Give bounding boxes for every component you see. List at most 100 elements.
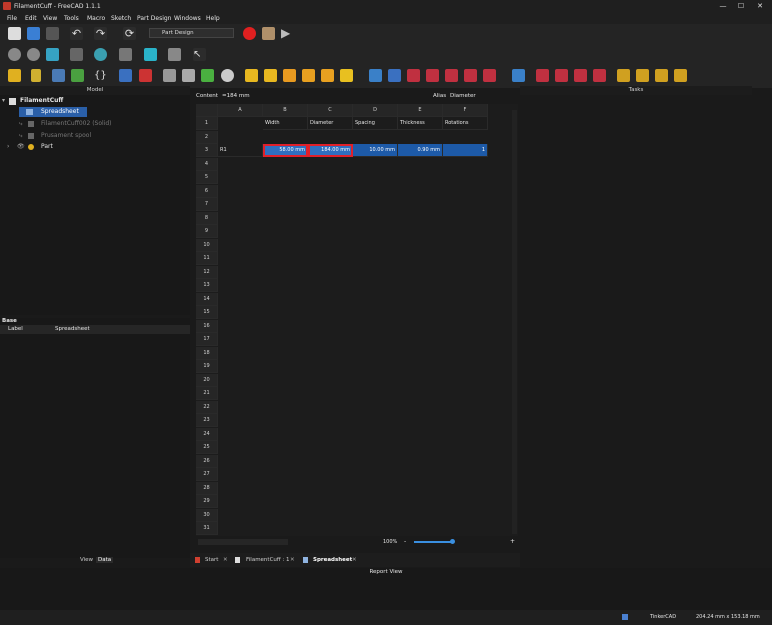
subtractive-helix-icon[interactable] [464, 69, 477, 82]
row-header[interactable]: 4 [196, 157, 218, 171]
run-macro-icon[interactable]: ▶ [281, 27, 294, 40]
pipe-icon[interactable] [302, 69, 315, 82]
tab-filamentcuff[interactable]: FilamentCuff : 1 [246, 555, 290, 565]
maximize-button[interactable]: ☐ [732, 0, 750, 13]
cell-b3[interactable]: 58.00 mm [263, 144, 308, 157]
linear-pattern-icon[interactable] [636, 69, 649, 82]
create-sketch-icon[interactable] [31, 69, 41, 82]
zoom-in-button[interactable]: + [510, 538, 515, 545]
close-tab-icon[interactable]: ✕ [290, 555, 295, 565]
mirrored-icon[interactable] [617, 69, 630, 82]
row-header[interactable]: 25 [196, 441, 218, 454]
row-header[interactable]: 18 [196, 346, 218, 360]
zoom-selection-icon[interactable] [27, 48, 40, 61]
link-icon[interactable] [71, 69, 84, 82]
cell-d1[interactable]: Spacing [353, 117, 398, 130]
tab-start[interactable]: Start [205, 555, 218, 565]
cell-b1[interactable]: Width [263, 117, 308, 130]
datum-icon[interactable] [221, 69, 234, 82]
row-header[interactable]: 10 [196, 238, 218, 252]
loft-icon[interactable] [283, 69, 296, 82]
multi-transform-icon[interactable] [674, 69, 687, 82]
chamfer-icon[interactable] [555, 69, 568, 82]
row-header[interactable]: 19 [196, 360, 218, 373]
subtractive-primitive-icon[interactable] [483, 69, 496, 82]
row-header[interactable]: 2 [196, 130, 218, 144]
draw-style-icon[interactable] [94, 48, 107, 61]
view-cube-icon[interactable] [46, 48, 59, 61]
cell-d3[interactable]: 10.00 mm [353, 144, 398, 157]
menu-view[interactable]: View [43, 15, 57, 22]
row-header[interactable]: 27 [196, 468, 218, 481]
menu-part-design[interactable]: Part Design [137, 15, 171, 22]
row-header[interactable]: 11 [196, 252, 218, 265]
row-header[interactable]: 5 [196, 171, 218, 184]
navigation-style[interactable]: TinkerCAD [650, 614, 676, 620]
row-header[interactable]: 28 [196, 481, 218, 495]
whats-this-icon[interactable]: ↖ [193, 48, 206, 61]
row-header[interactable]: 14 [196, 292, 218, 306]
sub-shape-binder-icon[interactable] [201, 69, 214, 82]
tab-view[interactable]: View [80, 557, 93, 563]
draft-icon[interactable] [574, 69, 587, 82]
expand-icon[interactable]: › [7, 142, 9, 152]
row-header[interactable]: 21 [196, 387, 218, 400]
menu-sketch[interactable]: Sketch [111, 15, 131, 22]
row-header[interactable]: 15 [196, 306, 218, 319]
row-header[interactable]: 22 [196, 400, 218, 414]
horizontal-scrollbar[interactable] [198, 539, 288, 545]
row-header[interactable]: 16 [196, 319, 218, 333]
pocket-icon[interactable] [369, 69, 382, 82]
new-file-icon[interactable] [8, 27, 21, 40]
row-header[interactable]: 7 [196, 198, 218, 211]
cell-f1[interactable]: Rotations [443, 117, 488, 130]
row-header[interactable]: 6 [196, 184, 218, 198]
menu-windows[interactable]: Windows [174, 15, 201, 22]
revolution-icon[interactable] [264, 69, 277, 82]
row-header[interactable]: 3 [196, 144, 218, 157]
row-header[interactable]: 30 [196, 508, 218, 522]
close-tab-icon[interactable]: ✕ [223, 555, 228, 565]
close-tab-icon[interactable]: ✕ [352, 555, 357, 565]
row-header[interactable]: 9 [196, 225, 218, 238]
polar-pattern-icon[interactable] [655, 69, 668, 82]
thickness-icon[interactable] [593, 69, 606, 82]
col-header-e[interactable]: E [398, 104, 443, 117]
menu-edit[interactable]: Edit [25, 15, 37, 22]
pad-icon[interactable] [245, 69, 258, 82]
groove-icon[interactable] [407, 69, 420, 82]
tool-icon[interactable] [168, 48, 181, 61]
part-icon[interactable] [8, 69, 21, 82]
corner-cell[interactable] [196, 104, 218, 117]
measure-icon[interactable] [144, 48, 157, 61]
row-header[interactable]: 29 [196, 495, 218, 508]
subtractive-loft-icon[interactable] [426, 69, 439, 82]
variable-set-icon[interactable]: {} [94, 69, 107, 82]
menu-help[interactable]: Help [206, 15, 220, 22]
col-header-c[interactable]: C [308, 104, 353, 117]
undo-icon[interactable]: ↶ [70, 27, 83, 40]
hole-icon[interactable] [388, 69, 401, 82]
vertical-scrollbar[interactable] [512, 110, 517, 534]
row-header[interactable]: 13 [196, 279, 218, 292]
cell-f3[interactable]: 1 [443, 144, 488, 157]
open-file-icon[interactable] [27, 27, 40, 40]
tab-data[interactable]: Data [96, 557, 114, 563]
alias-input[interactable]: Diameter [450, 93, 476, 99]
row-header[interactable]: 8 [196, 211, 218, 225]
bounding-box-icon[interactable] [70, 48, 83, 61]
std-views-icon[interactable] [119, 48, 132, 61]
row-header[interactable]: 12 [196, 265, 218, 279]
record-macro-icon[interactable] [243, 27, 256, 40]
body-icon[interactable] [119, 69, 132, 82]
cell-e3[interactable]: 0.90 mm [398, 144, 443, 157]
col-header-d[interactable]: D [353, 104, 398, 117]
col-header-f[interactable]: F [443, 104, 488, 117]
shape-binder-icon[interactable] [182, 69, 195, 82]
boolean-icon[interactable] [512, 69, 525, 82]
property-row[interactable]: Label Spreadsheet [0, 325, 190, 334]
zoom-slider[interactable] [414, 541, 454, 543]
zoom-fit-icon[interactable] [8, 48, 21, 61]
sketch-icon[interactable] [139, 69, 152, 82]
cell-c3[interactable]: 184.00 mm [308, 144, 353, 157]
